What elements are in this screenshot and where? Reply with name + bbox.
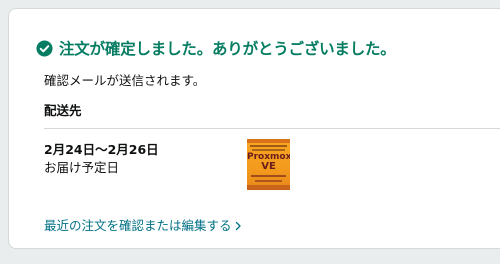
review-recent-orders-link[interactable]: 最近の注文を確認または編集する [44,215,242,234]
chevron-right-icon [235,221,241,231]
book-cover-bottom-band [247,185,290,190]
product-thumbnail[interactable]: Proxmox VE [247,139,290,190]
book-cover-top-band [247,139,290,143]
delivery-estimate-label: お届け予定日 [44,160,120,175]
book-cover-text-line [255,180,282,182]
book-cover-text-line [251,175,286,177]
book-cover-text-line [250,145,287,147]
delivery-date-range: 2月24日～2月26日 [44,142,159,157]
email-notice-text: 確認メールが送信されます。 [44,73,206,88]
confirmation-header: 注文が確定しました。ありがとうございました。 [36,37,396,59]
check-circle-icon [36,39,53,57]
book-cover-text-line [252,149,285,151]
book-cover-subtitle: VE [261,161,276,172]
review-recent-orders-label: 最近の注文を確認または編集する [44,218,232,233]
confirmation-title: 注文が確定しました。ありがとうございました。 [59,40,396,58]
shipping-destination-label: 配送先 [44,103,82,118]
section-divider [44,128,500,129]
